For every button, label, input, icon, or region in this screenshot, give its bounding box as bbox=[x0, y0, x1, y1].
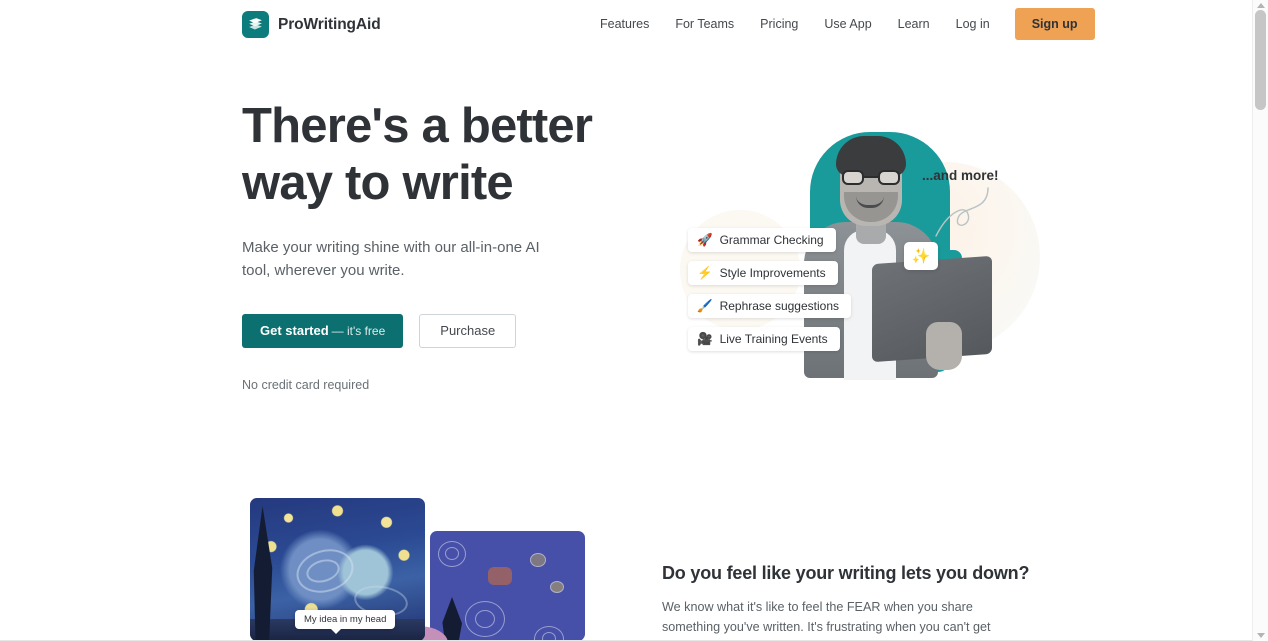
feature-pill-label: Rephrase suggestions bbox=[719, 299, 839, 313]
brand-logo[interactable]: ProWritingAid bbox=[242, 11, 381, 38]
glasses-icon bbox=[842, 170, 900, 185]
get-started-suffix: — it's free bbox=[331, 324, 386, 338]
rocket-icon: 🚀 bbox=[697, 232, 713, 247]
simplified-painting-image bbox=[430, 531, 585, 641]
feature-pill-label: Live Training Events bbox=[719, 332, 828, 346]
scroll-up-arrow-icon[interactable] bbox=[1257, 3, 1265, 8]
feature-pill-list: 🚀 Grammar Checking ⚡ Style Improvements … bbox=[688, 228, 851, 360]
get-started-button[interactable]: Get started — it's free bbox=[242, 314, 404, 348]
page-root: ProWritingAid Features For Teams Pricing… bbox=[0, 0, 1268, 641]
purchase-button[interactable]: Purchase bbox=[419, 314, 517, 348]
no-credit-card-note: No credit card required bbox=[242, 378, 370, 392]
feature-pill-label: Grammar Checking bbox=[719, 233, 824, 247]
and-more-annotation: ...and more! bbox=[922, 168, 999, 183]
hero-title-line-2: way to write bbox=[242, 156, 514, 210]
nav-link-use-app[interactable]: Use App bbox=[811, 0, 884, 48]
scroll-down-arrow-icon[interactable] bbox=[1257, 633, 1265, 638]
feature-pill[interactable]: ⚡ Style Improvements bbox=[688, 261, 838, 285]
video-camera-icon: 🎥 bbox=[697, 331, 713, 346]
brand-name: ProWritingAid bbox=[278, 15, 381, 33]
person-hand bbox=[926, 322, 962, 370]
feature-pill[interactable]: 🖌️ Rephrase suggestions bbox=[688, 294, 851, 318]
page-scrollbar[interactable] bbox=[1252, 0, 1268, 641]
nav-link-log-in[interactable]: Log in bbox=[943, 0, 1003, 48]
book-pages-icon bbox=[242, 11, 269, 38]
hero-title-line-1: There's a better bbox=[242, 99, 593, 153]
hero-cta-group: Get started — it's free Purchase bbox=[242, 314, 642, 348]
nav-link-features[interactable]: Features bbox=[600, 0, 662, 48]
hero-copy: There's a better way to write Make your … bbox=[242, 98, 642, 392]
hero-illustration: ✨ ...and more! 🚀 Grammar Checking ⚡ Styl… bbox=[660, 110, 1040, 390]
scrollbar-thumb[interactable] bbox=[1255, 10, 1266, 110]
nav-link-pricing[interactable]: Pricing bbox=[747, 0, 811, 48]
main-navigation: Features For Teams Pricing Use App Learn… bbox=[600, 0, 1095, 48]
hero-subtitle: Make your writing shine with our all-in-… bbox=[242, 239, 540, 279]
get-started-label: Get started bbox=[260, 323, 329, 338]
curved-arrow-icon bbox=[935, 187, 989, 237]
feature-pill[interactable]: 🚀 Grammar Checking bbox=[688, 228, 836, 252]
paintbrush-icon: 🖌️ bbox=[697, 298, 713, 313]
section-heading: Do you feel like your writing lets you d… bbox=[662, 563, 1030, 583]
idea-comparison-images: My idea in my head bbox=[250, 498, 600, 641]
feature-pill[interactable]: 🎥 Live Training Events bbox=[688, 327, 840, 351]
hero-title: There's a better way to write bbox=[242, 98, 642, 212]
lightning-icon: ⚡ bbox=[697, 265, 713, 280]
section-body: We know what it's like to feel the FEAR … bbox=[662, 600, 991, 641]
nav-link-learn[interactable]: Learn bbox=[885, 0, 943, 48]
lower-copy: Do you feel like your writing lets you d… bbox=[662, 563, 1032, 641]
idea-caption-tooltip: My idea in my head bbox=[295, 610, 396, 634]
site-header: ProWritingAid Features For Teams Pricing… bbox=[0, 0, 1252, 48]
sign-up-button[interactable]: Sign up bbox=[1014, 8, 1095, 40]
feature-pill-label: Style Improvements bbox=[719, 266, 826, 280]
nav-link-for-teams[interactable]: For Teams bbox=[662, 0, 747, 48]
